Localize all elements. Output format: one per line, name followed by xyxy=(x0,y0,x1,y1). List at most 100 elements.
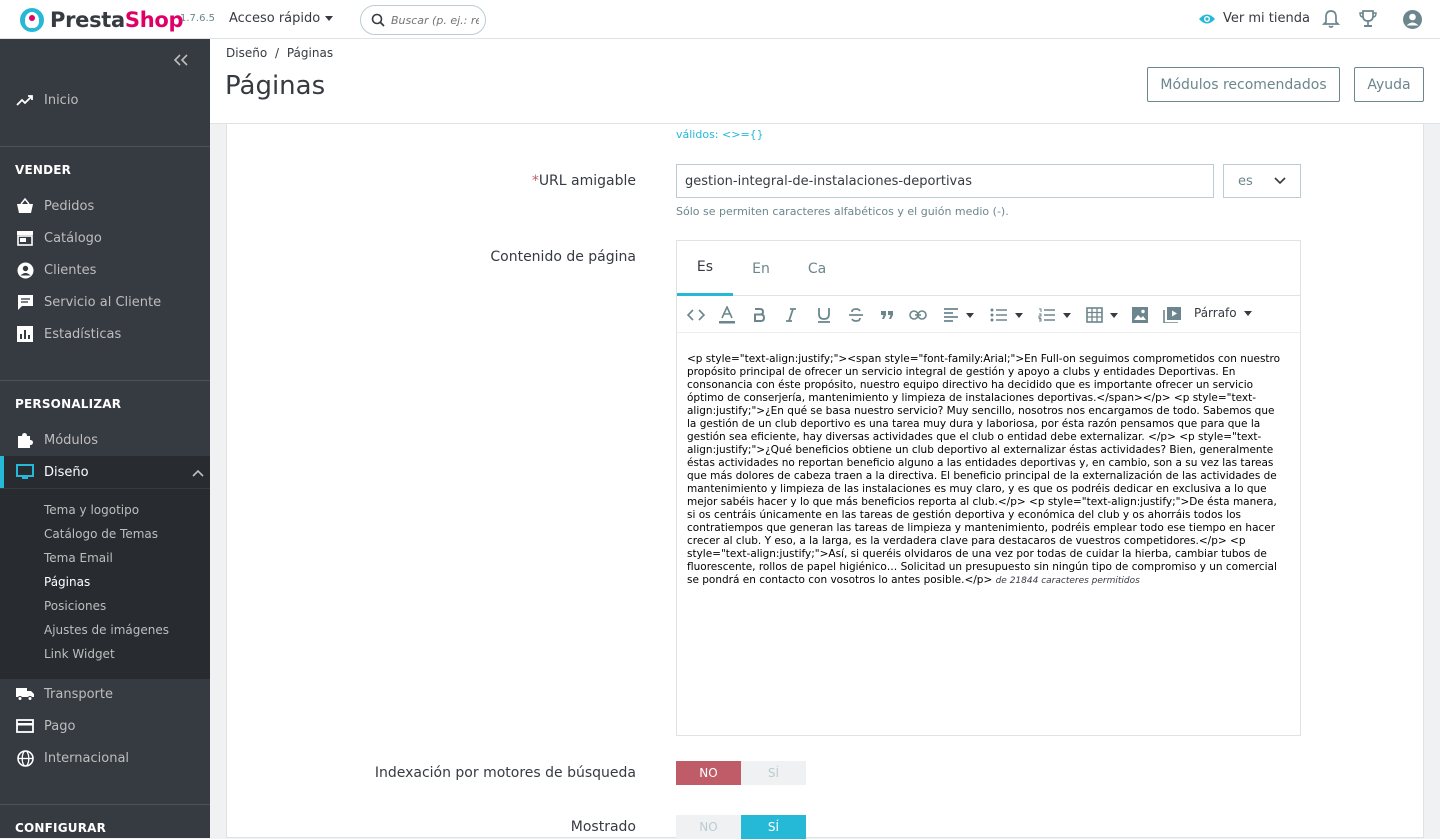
collapse-sidebar-icon[interactable] xyxy=(173,51,188,70)
submenu-item-theme-catalog[interactable]: Catálogo de Temas xyxy=(44,527,158,541)
desktop-icon xyxy=(16,463,34,481)
section-title-sell: VENDER xyxy=(15,163,72,177)
content-label: Contenido de página xyxy=(490,249,636,265)
caret-down-icon xyxy=(966,312,974,318)
editor-toolbar: Párrafo xyxy=(677,297,1300,333)
submenu-item-link-widget[interactable]: Link Widget xyxy=(44,647,115,661)
breadcrumb-current: Páginas xyxy=(286,46,334,60)
page-title: Páginas xyxy=(225,71,326,101)
tab-ca[interactable]: Ca xyxy=(789,241,845,296)
truck-icon xyxy=(16,685,34,703)
language-tabs: Es En Ca xyxy=(677,241,1300,296)
valid-chars-help: válidos: <>={} xyxy=(676,128,764,141)
strikethrough-icon[interactable] xyxy=(848,306,864,324)
align-left-icon xyxy=(944,308,958,322)
search-box[interactable] xyxy=(360,5,486,35)
underline-icon[interactable] xyxy=(817,306,831,324)
divider xyxy=(0,804,210,805)
caret-down-icon xyxy=(1243,310,1252,316)
blockquote-icon[interactable] xyxy=(880,306,894,324)
paragraph-format-dropdown[interactable]: Párrafo xyxy=(1194,306,1252,320)
displayed-toggle[interactable]: NO SÍ xyxy=(676,815,806,839)
quick-access-dropdown[interactable]: Acceso rápido xyxy=(229,11,334,26)
sidebar-item-orders[interactable]: Pedidos xyxy=(0,190,210,222)
sidebar: Inicio VENDER Pedidos Catálogo Clientes … xyxy=(0,39,210,838)
caret-down-icon xyxy=(1110,312,1118,318)
page-header: Diseño / Páginas Páginas Módulos recomen… xyxy=(210,39,1440,124)
trophy-icon[interactable] xyxy=(1358,9,1378,33)
submenu-item-email-theme[interactable]: Tema Email xyxy=(44,551,113,565)
tab-en[interactable]: En xyxy=(733,241,789,296)
italic-icon[interactable] xyxy=(785,306,797,324)
trending-up-icon xyxy=(16,91,34,109)
credit-card-icon xyxy=(16,717,34,735)
account-circle-icon xyxy=(16,261,34,279)
submenu-item-theme-logo[interactable]: Tema y logotipo xyxy=(44,503,139,517)
tab-es[interactable]: Es xyxy=(677,241,733,296)
puffin-logo-icon xyxy=(20,8,44,32)
section-title-configure: CONFIGURAR xyxy=(15,821,107,835)
eye-icon xyxy=(1199,14,1215,23)
puzzle-icon xyxy=(16,431,34,449)
numbered-list-dropdown[interactable] xyxy=(1038,306,1071,324)
prestashop-logo[interactable]: PrestaShop xyxy=(20,8,184,32)
sidebar-item-stats[interactable]: Estadísticas xyxy=(0,318,210,350)
editor-content[interactable]: <p style="text-align:justify;"><span sty… xyxy=(687,353,1287,588)
design-submenu: Tema y logotipo Catálogo de Temas Tema E… xyxy=(0,489,210,679)
submenu-item-image-settings[interactable]: Ajustes de imágenes xyxy=(44,623,169,637)
friendly-url-input[interactable]: gestion-integral-de-instalaciones-deport… xyxy=(676,164,1214,198)
source-code-icon[interactable] xyxy=(687,306,705,324)
sidebar-item-customers[interactable]: Clientes xyxy=(0,254,210,286)
chevron-up-icon xyxy=(192,466,204,481)
account-icon[interactable] xyxy=(1402,9,1423,34)
sidebar-item-shipping[interactable]: Transporte xyxy=(0,678,210,710)
version-label: 1.7.6.5 xyxy=(180,13,215,24)
divider xyxy=(0,146,210,147)
bar-chart-icon xyxy=(16,325,34,343)
numbered-list-icon xyxy=(1038,308,1055,322)
help-button[interactable]: Ayuda xyxy=(1354,67,1424,102)
language-select[interactable]: es xyxy=(1223,164,1301,198)
displayed-label: Mostrado xyxy=(570,819,636,835)
media-icon[interactable] xyxy=(1163,306,1181,324)
bold-icon[interactable] xyxy=(753,306,765,324)
sidebar-item-payment[interactable]: Pago xyxy=(0,710,210,742)
sidebar-item-modules[interactable]: Módulos xyxy=(0,424,210,456)
text-color-icon[interactable] xyxy=(718,306,736,324)
indexing-toggle[interactable]: NO SÍ xyxy=(676,761,806,785)
store-icon xyxy=(16,229,34,247)
indexing-no-option[interactable]: NO xyxy=(676,761,741,785)
chevron-down-icon xyxy=(1274,177,1286,185)
bullet-list-dropdown[interactable] xyxy=(990,306,1023,324)
sidebar-item-customer-service[interactable]: Servicio al Cliente xyxy=(0,286,210,318)
align-dropdown[interactable] xyxy=(943,306,974,324)
notifications-bell-icon[interactable] xyxy=(1321,9,1341,33)
recommended-modules-button[interactable]: Módulos recomendados xyxy=(1147,67,1340,102)
sidebar-item-design[interactable]: Diseño xyxy=(0,456,210,488)
sidebar-item-catalog[interactable]: Catálogo xyxy=(0,222,210,254)
indexing-yes-option[interactable]: SÍ xyxy=(741,761,806,785)
submenu-item-pages[interactable]: Páginas xyxy=(44,575,90,589)
caret-down-icon xyxy=(325,16,334,21)
displayed-yes-option[interactable]: SÍ xyxy=(741,815,806,839)
link-icon[interactable] xyxy=(909,306,927,324)
table-dropdown[interactable] xyxy=(1086,306,1118,324)
breadcrumb: Diseño / Páginas xyxy=(226,46,333,60)
table-icon xyxy=(1086,307,1103,323)
caret-down-icon xyxy=(1063,312,1071,318)
submenu-item-positions[interactable]: Posiciones xyxy=(44,599,106,613)
breadcrumb-link-design[interactable]: Diseño xyxy=(226,46,267,60)
search-icon xyxy=(371,13,385,27)
sidebar-item-home[interactable]: Inicio xyxy=(0,84,210,116)
displayed-no-option[interactable]: NO xyxy=(676,815,741,839)
sidebar-item-international[interactable]: Internacional xyxy=(0,742,210,774)
view-store-link[interactable]: Ver mi tienda xyxy=(1198,11,1310,26)
char-count: de 21844 caracteres permitidos xyxy=(995,576,1140,586)
search-input[interactable] xyxy=(391,13,479,27)
breadcrumb-separator: / xyxy=(274,46,280,60)
shopping-basket-icon xyxy=(16,197,34,215)
url-help-text: Sólo se permiten caracteres alfabéticos … xyxy=(676,205,1009,218)
url-label: *URL amigable xyxy=(531,173,636,189)
image-icon[interactable] xyxy=(1132,306,1148,324)
section-title-customize: PERSONALIZAR xyxy=(15,397,122,411)
